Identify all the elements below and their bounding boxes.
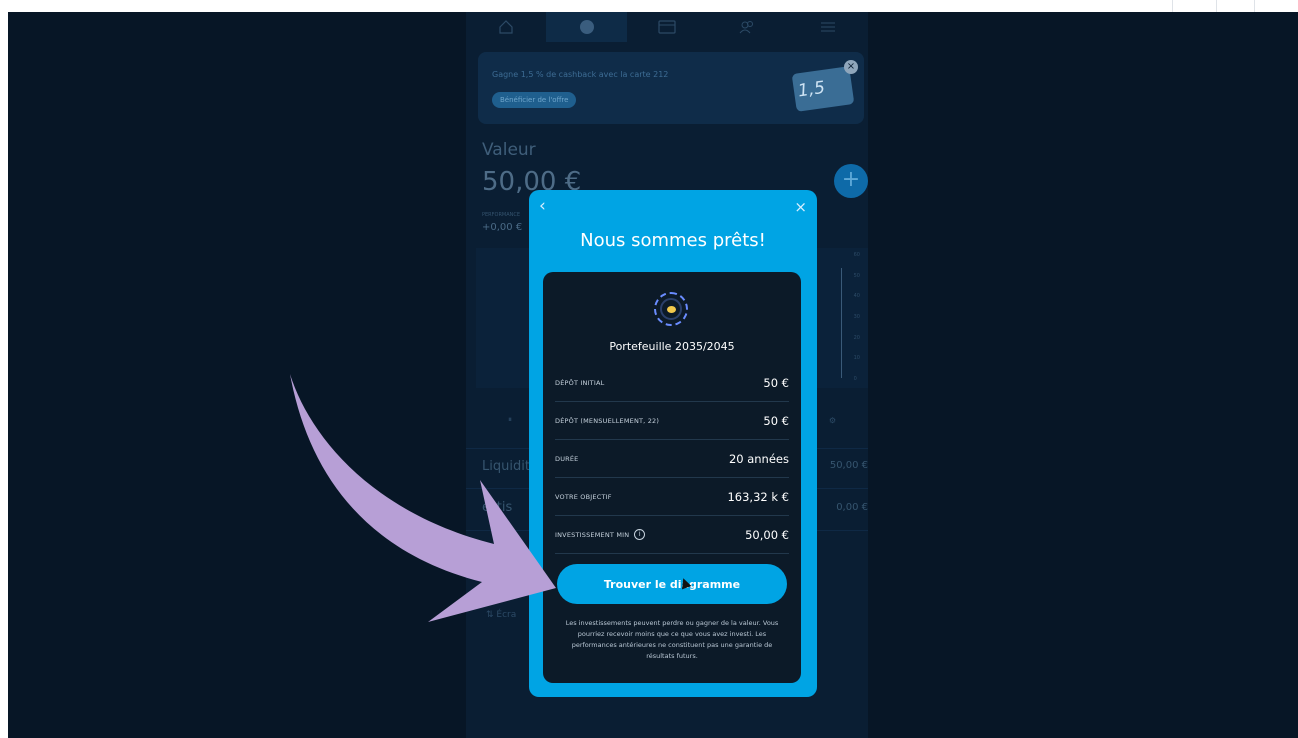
- backdrop: Gagne 1,5 % de cashback avec la carte 21…: [8, 12, 1298, 738]
- annotation-arrow-icon: [290, 374, 556, 622]
